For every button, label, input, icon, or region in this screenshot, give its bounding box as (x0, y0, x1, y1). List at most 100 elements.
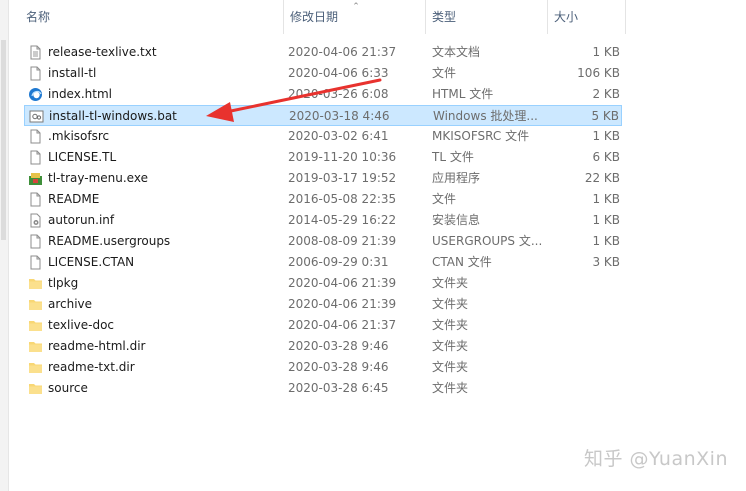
file-name: LICENSE.TL (48, 150, 117, 164)
file-name: LICENSE.CTAN (48, 255, 135, 269)
folder-icon (28, 381, 43, 396)
file-type: 安装信息 (432, 213, 481, 227)
column-header-name[interactable]: 名称 (8, 0, 284, 34)
file-date: 2020-04-06 21:39 (288, 297, 397, 311)
file-type: 文件夹 (432, 360, 469, 374)
scrollbar-thumb[interactable] (1, 40, 6, 240)
file-date: 2020-03-18 4:46 (289, 109, 390, 123)
file-type: TL 文件 (432, 150, 474, 164)
file-name: README.usergroups (48, 234, 171, 248)
chevron-up-icon: ⌃ (352, 2, 360, 12)
file-name: archive (48, 297, 93, 311)
file-row[interactable]: autorun.inf 2014-05-29 16:22 安装信息 1 KB (24, 210, 622, 231)
file-size: 1 KB (592, 213, 620, 227)
file-row[interactable]: install-tl-windows.bat 2020-03-18 4:46 Win… (24, 105, 622, 126)
file-date: 2006-09-29 0:31 (288, 255, 389, 269)
file-row[interactable]: release-texlive.txt 2020-04-06 21:37 文本文档 1… (24, 42, 622, 63)
file-size: 3 KB (592, 255, 620, 269)
file-row[interactable]: readme-html.dir 2020-03-28 9:46 文件夹 (24, 336, 622, 357)
file-row[interactable]: tlpkg 2020-04-06 21:39 文件夹 (24, 273, 622, 294)
file-size: 22 KB (584, 171, 620, 185)
file-type: 应用程序 (432, 171, 481, 185)
setup-info-icon (28, 213, 43, 228)
file-row[interactable]: LICENSE.CTAN 2006-09-29 0:31 CTAN 文件 3 KB (24, 252, 622, 273)
file-name: tl-tray-menu.exe (48, 171, 148, 185)
file-name: index.html (48, 87, 112, 101)
file-date: 2020-04-06 6:33 (288, 66, 389, 80)
file-name: install-tl-windows.bat (49, 109, 177, 123)
file-size: 1 KB (592, 192, 620, 206)
file-name: .mkisofsrc (48, 129, 110, 143)
file-row[interactable]: README 2016-05-08 22:35 文件 1 KB (24, 189, 622, 210)
column-header-size[interactable]: 大小 (548, 0, 626, 34)
blank-file-icon (28, 234, 43, 249)
folder-icon (28, 360, 43, 375)
file-row[interactable]: LICENSE.TL 2019-11-20 10:36 TL 文件 6 KB (24, 147, 622, 168)
file-row[interactable]: README.usergroups 2008-08-09 21:39 USERGRO… (24, 231, 622, 252)
file-type: USERGROUPS 文... (432, 234, 543, 248)
file-date: 2020-04-06 21:37 (288, 45, 397, 59)
file-row[interactable]: texlive-doc 2020-04-06 21:37 文件夹 (24, 315, 622, 336)
file-row[interactable]: source 2020-03-28 6:45 文件夹 (24, 378, 622, 399)
file-size: 1 KB (592, 129, 620, 143)
batch-file-icon (29, 109, 44, 124)
file-type: 文件夹 (432, 339, 469, 353)
file-type: 文件夹 (432, 297, 469, 311)
blank-file-icon (28, 129, 43, 144)
file-name: source (48, 381, 88, 395)
file-type: HTML 文件 (432, 87, 494, 101)
file-row[interactable]: readme-txt.dir 2020-03-28 9:46 文件夹 (24, 357, 622, 378)
file-date: 2020-03-02 6:41 (288, 129, 389, 143)
file-row[interactable]: tl-tray-menu.exe 2019-03-17 19:52 应用程序 22 K… (24, 168, 622, 189)
file-date: 2020-03-28 9:46 (288, 360, 389, 374)
folder-icon (28, 339, 43, 354)
file-type: 文件夹 (432, 381, 469, 395)
file-type: 文件 (432, 192, 457, 206)
file-name: readme-txt.dir (48, 360, 135, 374)
file-type: CTAN 文件 (432, 255, 492, 269)
file-date: 2019-11-20 10:36 (288, 150, 397, 164)
file-row[interactable]: index.html 2020-03-26 6:08 HTML 文件 2 KB (24, 84, 622, 105)
file-size: 1 KB (592, 45, 620, 59)
file-date: 2020-03-28 6:45 (288, 381, 389, 395)
file-type: MKISOFSRC 文件 (432, 129, 530, 143)
file-row[interactable]: .mkisofsrc 2020-03-02 6:41 MKISOFSRC 文件 1 K… (24, 126, 622, 147)
file-name: install-tl (48, 66, 97, 80)
text-document-icon (28, 45, 43, 60)
file-row[interactable]: archive 2020-04-06 21:39 文件夹 (24, 294, 622, 315)
file-date: 2020-04-06 21:39 (288, 276, 397, 290)
file-size: 2 KB (592, 87, 620, 101)
file-size: 5 KB (591, 109, 619, 123)
file-name: readme-html.dir (48, 339, 146, 353)
blank-file-icon (28, 66, 43, 81)
column-header-type[interactable]: 类型 (426, 0, 548, 34)
file-date: 2020-03-28 9:46 (288, 339, 389, 353)
file-name: README (48, 192, 100, 206)
file-name: autorun.inf (48, 213, 115, 227)
file-row[interactable]: install-tl 2020-04-06 6:33 文件 106 KB (24, 63, 622, 84)
edge-browser-icon (28, 87, 43, 102)
file-type: 文件夹 (432, 276, 469, 290)
file-type: Windows 批处理... (433, 109, 538, 123)
file-date: 2008-08-09 21:39 (288, 234, 397, 248)
blank-file-icon (28, 150, 43, 165)
file-name: tlpkg (48, 276, 79, 290)
file-date: 2014-05-29 16:22 (288, 213, 397, 227)
blank-file-icon (28, 192, 43, 207)
folder-icon (28, 318, 43, 333)
watermark: 知乎 @YuanXin (583, 448, 728, 470)
file-type: 文件夹 (432, 318, 469, 332)
file-date: 2020-04-06 21:37 (288, 318, 397, 332)
file-type: 文件 (432, 66, 457, 80)
file-date: 2020-03-26 6:08 (288, 87, 389, 101)
blank-file-icon (28, 255, 43, 270)
folder-icon (28, 276, 43, 291)
left-scrollbar[interactable] (0, 0, 9, 491)
file-size: 6 KB (592, 150, 620, 164)
file-date: 2016-05-08 22:35 (288, 192, 397, 206)
file-name: texlive-doc (48, 318, 115, 332)
file-type: 文本文档 (432, 45, 481, 59)
file-name: release-texlive.txt (48, 45, 157, 59)
folder-icon (28, 297, 43, 312)
tray-menu-app-icon (28, 171, 43, 186)
